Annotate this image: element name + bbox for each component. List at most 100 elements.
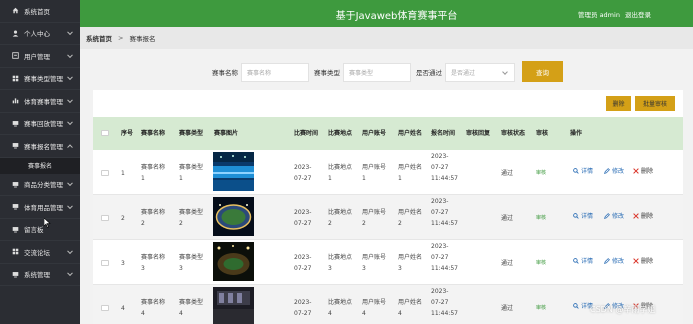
th-image[interactable]: 赛事图片 bbox=[214, 117, 274, 150]
admin-label: 管理员 admin bbox=[578, 11, 620, 19]
search-name-input[interactable]: 赛事名称 bbox=[241, 62, 309, 82]
th-type[interactable]: 赛事类型 bbox=[179, 117, 205, 150]
chevron-down-icon bbox=[67, 52, 73, 58]
breadcrumb-separator: > bbox=[118, 34, 124, 42]
sidebar-item-sports-goods[interactable]: 体育用品管理 bbox=[0, 196, 80, 219]
cell-signup: 2023-07-27 11:44:57 bbox=[431, 243, 458, 272]
edit-button[interactable]: 修改 bbox=[604, 256, 624, 265]
cell-place: 比赛地点4 bbox=[328, 299, 353, 317]
edit-label: 修改 bbox=[612, 213, 625, 220]
th-username[interactable]: 用户姓名 bbox=[398, 117, 424, 150]
breadcrumb: 系统首页 > 赛事报名 bbox=[80, 27, 693, 49]
cell-place: 比赛地点2 bbox=[328, 209, 353, 227]
edit-button[interactable]: 修改 bbox=[604, 211, 624, 220]
sidebar-item-system[interactable]: 系统管理 bbox=[0, 264, 80, 286]
search-passed-label: 是否通过 bbox=[416, 69, 442, 77]
chevron-up-icon bbox=[67, 144, 73, 150]
monitor-icon bbox=[11, 180, 19, 188]
cell-name: 赛事名称1 bbox=[141, 164, 166, 182]
detail-button[interactable]: 详情 bbox=[573, 256, 593, 265]
th-place[interactable]: 比赛地点 bbox=[328, 117, 354, 150]
cell-time: 2023-07-27 bbox=[294, 209, 312, 227]
th-no[interactable]: 序号 bbox=[121, 117, 137, 150]
cell-account: 用户账号1 bbox=[362, 164, 387, 182]
event-image bbox=[213, 152, 254, 191]
breadcrumb-home[interactable]: 系统首页 bbox=[86, 33, 112, 43]
row-delete-button[interactable]: 删除 bbox=[633, 256, 653, 265]
cell-no: 3 bbox=[121, 260, 125, 267]
edit-button[interactable]: 修改 bbox=[604, 166, 624, 175]
audit-link[interactable]: 审核 bbox=[536, 304, 546, 311]
sidebar-item-profile[interactable]: 个人中心 bbox=[0, 23, 80, 45]
chevron-down-icon bbox=[502, 68, 508, 75]
cell-name: 赛事名称3 bbox=[141, 254, 166, 272]
mouse-cursor-icon bbox=[44, 218, 51, 228]
delete-label: 删除 bbox=[641, 258, 654, 265]
cell-status: 通过 bbox=[501, 305, 514, 312]
audit-link[interactable]: 审核 bbox=[536, 169, 546, 176]
row-checkbox[interactable] bbox=[101, 260, 109, 266]
th-status[interactable]: 审核状态 bbox=[501, 117, 527, 150]
row-delete-button[interactable]: 删除 bbox=[633, 211, 653, 220]
th-reply[interactable]: 审核回复 bbox=[466, 117, 492, 150]
cell-type: 赛事类型2 bbox=[179, 209, 204, 227]
cell-account: 用户账号2 bbox=[362, 209, 387, 227]
table-header: 序号 赛事名称 赛事类型 赛事图片 比赛时间 比赛地点 用户账号 用户姓名 报名… bbox=[93, 117, 683, 150]
sidebar-item-sports-event[interactable]: 体育赛事管理 bbox=[0, 90, 80, 113]
row-checkbox[interactable] bbox=[101, 170, 109, 176]
audit-link[interactable]: 审核 bbox=[536, 259, 546, 266]
detail-button[interactable]: 详情 bbox=[573, 211, 593, 220]
pencil-icon bbox=[604, 212, 610, 219]
sidebar-item-users[interactable]: 用户管理 bbox=[0, 45, 80, 68]
search-icon bbox=[573, 302, 579, 309]
th-time[interactable]: 比赛时间 bbox=[294, 117, 320, 150]
event-image bbox=[213, 197, 254, 236]
edit-label: 修改 bbox=[612, 168, 625, 175]
cell-no: 2 bbox=[121, 215, 125, 222]
search-name-label: 赛事名称 bbox=[212, 69, 238, 77]
audit-link[interactable]: 审核 bbox=[536, 214, 546, 221]
chevron-down-icon bbox=[67, 29, 73, 36]
th-account[interactable]: 用户账号 bbox=[362, 117, 388, 150]
cell-signup: 2023-07-27 11:44:57 bbox=[431, 153, 458, 182]
cell-name: 赛事名称2 bbox=[141, 209, 166, 227]
delete-label: 删除 bbox=[641, 213, 654, 220]
row-checkbox[interactable] bbox=[101, 305, 109, 311]
sidebar-item-label: 赛事类型管理 bbox=[24, 75, 63, 84]
logout-link[interactable]: 退出登录 bbox=[625, 9, 651, 19]
th-signup[interactable]: 报名时间 bbox=[431, 117, 457, 150]
select-all-checkbox[interactable] bbox=[101, 130, 109, 136]
chevron-down-icon bbox=[67, 180, 73, 187]
cell-time: 2023-07-27 bbox=[294, 299, 312, 317]
sidebar-item-goods-category[interactable]: 商品分类管理 bbox=[0, 174, 80, 196]
sidebar-item-home[interactable]: 系统首页 bbox=[0, 0, 80, 23]
sidebar-item-forum[interactable]: 交流论坛 bbox=[0, 241, 80, 264]
sidebar-item-label: 体育赛事管理 bbox=[24, 97, 63, 106]
sidebar-item-replay[interactable]: 赛事回放管理 bbox=[0, 113, 80, 135]
sidebar-item-messages[interactable]: 留言板 bbox=[0, 219, 80, 241]
close-icon bbox=[633, 257, 639, 264]
sidebar-item-label: 商品分类管理 bbox=[24, 181, 63, 190]
th-name[interactable]: 赛事名称 bbox=[141, 117, 167, 150]
search-name-group: 赛事名称 赛事名称 bbox=[212, 62, 309, 82]
sidebar-item-signup[interactable]: 赛事报名管理 bbox=[0, 135, 80, 158]
query-button[interactable]: 查询 bbox=[522, 61, 563, 82]
sidebar-subitem-signup[interactable]: 赛事报名 bbox=[0, 157, 80, 174]
search-type-input[interactable]: 赛事类型 bbox=[343, 62, 411, 82]
detail-button[interactable]: 详情 bbox=[573, 166, 593, 175]
sidebar-item-event-type[interactable]: 赛事类型管理 bbox=[0, 68, 80, 90]
batch-audit-button[interactable]: 批量审核 bbox=[635, 96, 675, 111]
cell-no: 1 bbox=[121, 170, 125, 177]
sidebar-item-label: 赛事回放管理 bbox=[24, 120, 63, 129]
pencil-icon bbox=[604, 167, 610, 174]
search-icon bbox=[573, 212, 579, 219]
chevron-down-icon bbox=[67, 97, 73, 103]
detail-label: 详情 bbox=[581, 258, 594, 265]
row-delete-button[interactable]: 删除 bbox=[633, 166, 653, 175]
delete-button[interactable]: 删除 bbox=[606, 96, 631, 111]
users-icon bbox=[11, 52, 19, 60]
search-passed-select[interactable]: 是否通过 bbox=[445, 62, 515, 82]
th-ops: 操作 bbox=[570, 130, 583, 137]
row-checkbox[interactable] bbox=[101, 215, 109, 221]
chevron-down-icon bbox=[67, 203, 73, 209]
